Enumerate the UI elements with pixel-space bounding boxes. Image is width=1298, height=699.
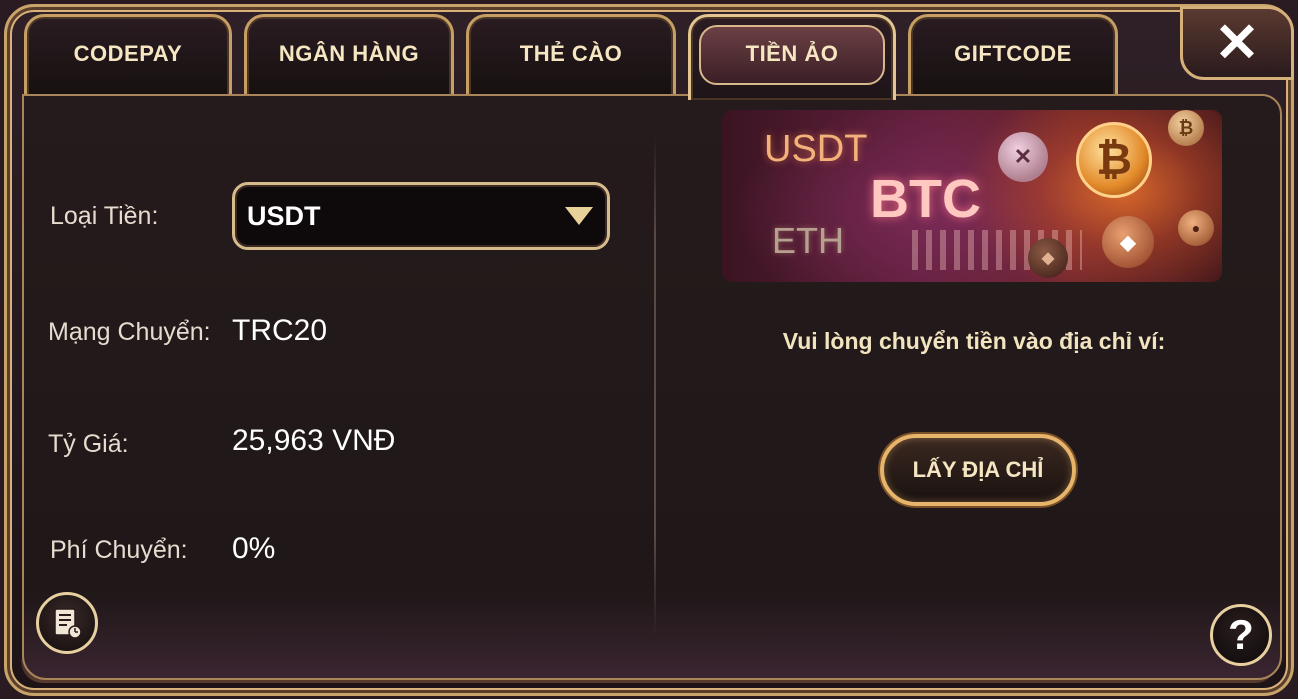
tab-giftcode-label: GIFTCODE — [954, 41, 1072, 66]
banner-usdt-text: USDT — [764, 128, 868, 170]
tab-codepay-label: CODEPAY — [73, 41, 183, 66]
column-divider — [654, 136, 656, 636]
get-address-label: LẤY ĐỊA CHỈ — [912, 457, 1044, 482]
close-button[interactable]: ✕ — [1180, 6, 1294, 80]
bitcoin-symbol: ₿ — [1096, 135, 1132, 184]
network-value: TRC20 — [232, 314, 328, 347]
currency-selected-value: USDT — [247, 200, 321, 231]
help-icon: ? — [1228, 611, 1254, 658]
tab-ngan-hang[interactable]: NGÂN HÀNG — [244, 14, 454, 96]
close-icon: ✕ — [1214, 13, 1260, 73]
banner-btc-text: BTC — [870, 169, 981, 229]
network-label: Mạng Chuyển: — [48, 318, 211, 346]
coin-icon: ● — [1178, 210, 1214, 246]
rate-value: 25,963 VNĐ — [232, 424, 396, 457]
fee-label: Phí Chuyển: — [50, 536, 188, 564]
ethereum-coin-icon: ◆ — [1102, 216, 1154, 268]
crypto-banner: USDT BTC ETH ✕ ₿ ₿ ◆ ● ◆ — [722, 110, 1222, 282]
tab-tien-ao-label: TIỀN ẢO — [745, 41, 839, 66]
fee-value: 0% — [232, 532, 276, 565]
help-button[interactable]: ? — [1210, 604, 1272, 666]
small-bitcoin-coin-icon: ₿ — [1168, 110, 1204, 146]
rate-label: Tỷ Giá: — [48, 430, 129, 458]
history-icon — [54, 608, 82, 639]
xrp-coin-icon: ✕ — [998, 132, 1048, 182]
currency-select[interactable]: USDT — [232, 182, 610, 250]
currency-label: Loại Tiền: — [50, 202, 159, 230]
banner-eth-text: ETH — [772, 220, 844, 261]
wallet-instruction: Vui lòng chuyển tiền vào địa chỉ ví: — [782, 328, 1166, 354]
get-address-button[interactable]: LẤY ĐỊA CHỈ — [880, 434, 1076, 506]
tab-the-cao[interactable]: THẺ CÀO — [466, 14, 676, 96]
history-button[interactable] — [36, 592, 98, 654]
content-panel: Loại Tiền: USDT Mạng Chuyển: TRC20 Tỷ Gi… — [22, 94, 1282, 680]
tab-ngan-hang-label: NGÂN HÀNG — [278, 41, 420, 66]
tab-codepay[interactable]: CODEPAY — [24, 14, 232, 96]
dropdown-arrow-icon — [565, 207, 593, 225]
tab-giftcode[interactable]: GIFTCODE — [908, 14, 1118, 96]
dark-coin-icon: ◆ — [1028, 238, 1068, 278]
tab-the-cao-label: THẺ CÀO — [519, 41, 623, 66]
tab-tien-ao[interactable]: TIỀN ẢO — [688, 14, 896, 100]
bitcoin-coin-icon: ₿ — [1076, 122, 1152, 198]
